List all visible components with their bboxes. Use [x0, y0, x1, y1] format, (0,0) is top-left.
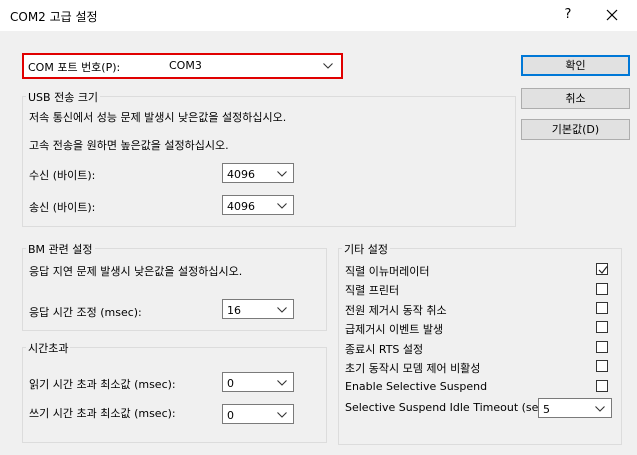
option-selective-suspend-label: Enable Selective Suspend: [345, 380, 488, 393]
usb-desc-low: 저속 통신에서 성능 문제 발생시 낮은값을 설정하십시오.: [29, 111, 287, 124]
option-event-on-surprise-removal-checkbox[interactable]: [596, 321, 608, 333]
receive-size-value: 4096: [227, 168, 255, 181]
chevron-down-icon: [277, 412, 287, 418]
latency-label: 응답 시간 조정 (msec):: [29, 306, 142, 319]
option-disable-modem-ctrl-checkbox[interactable]: [596, 360, 608, 372]
read-timeout-label: 읽기 시간 초과 최소값 (msec):: [29, 378, 176, 391]
chevron-down-icon: [323, 63, 333, 69]
read-timeout-select[interactable]: 0: [222, 372, 294, 392]
help-button[interactable]: ?: [560, 5, 576, 25]
idle-timeout-select[interactable]: 5: [538, 398, 612, 418]
ok-button[interactable]: 확인: [521, 55, 630, 76]
chevron-down-icon: [277, 307, 287, 313]
checkmark-icon: [598, 266, 608, 274]
chevron-down-icon: [595, 406, 605, 412]
usb-desc-high: 고속 전송을 원하면 높은값을 설정하십시오.: [29, 139, 229, 152]
write-timeout-select[interactable]: 0: [222, 404, 294, 424]
option-set-rts-on-close-label: 종료시 RTS 설정: [345, 343, 424, 356]
option-disable-modem-ctrl-label: 초기 동작시 모뎀 제어 비활성: [345, 362, 481, 375]
chevron-down-icon: [277, 380, 287, 386]
com-port-select[interactable]: COM3: [166, 56, 339, 74]
cancel-button-label: 취소: [565, 92, 586, 105]
bm-settings-title: BM 관련 설정: [26, 241, 95, 257]
chevron-down-icon: [277, 171, 287, 177]
option-selective-suspend-checkbox[interactable]: [596, 380, 608, 392]
option-serial-printer-checkbox[interactable]: [596, 283, 608, 295]
timeouts-title: 시간초과: [26, 340, 71, 356]
option-serial-enumerator-checkbox[interactable]: [596, 263, 608, 275]
idle-timeout-value: 5: [543, 403, 550, 416]
latency-value: 16: [227, 304, 241, 317]
option-event-on-surprise-removal-label: 급제거시 이벤트 발생: [345, 323, 444, 336]
misc-settings-title: 기타 설정: [342, 241, 390, 257]
receive-size-select[interactable]: 4096: [222, 163, 294, 183]
cancel-button[interactable]: 취소: [521, 88, 630, 109]
read-timeout-value: 0: [227, 377, 234, 390]
transmit-size-value: 4096: [227, 200, 255, 213]
option-set-rts-on-close-checkbox[interactable]: [596, 341, 608, 353]
chevron-down-icon: [277, 203, 287, 209]
defaults-button-label: 기본값(D): [551, 123, 600, 136]
write-timeout-value: 0: [227, 409, 234, 422]
latency-select[interactable]: 16: [222, 299, 294, 319]
timeouts-group: [22, 347, 327, 443]
idle-timeout-label: Selective Suspend Idle Timeout (secs):: [345, 401, 559, 414]
option-serial-printer-label: 직렬 프린터: [345, 284, 400, 297]
ok-button-label: 확인: [565, 59, 586, 72]
transmit-size-select[interactable]: 4096: [222, 195, 294, 215]
option-serial-enumerator-label: 직렬 이뉴머레이터: [345, 265, 430, 278]
close-icon: [606, 9, 618, 21]
window-title: COM2 고급 설정: [10, 10, 98, 24]
option-cancel-on-surprise-removal-label: 전원 제거시 동작 취소: [345, 304, 447, 317]
option-cancel-on-surprise-removal-checkbox[interactable]: [596, 302, 608, 314]
receive-size-label: 수신 (바이트):: [29, 169, 96, 182]
com-port-highlight: COM 포트 번호(P): COM3: [22, 53, 343, 79]
transmit-size-label: 송신 (바이트):: [29, 201, 96, 214]
close-button[interactable]: [600, 4, 624, 26]
write-timeout-label: 쓰기 시간 초과 최소값 (msec):: [29, 407, 176, 420]
com-port-value: COM3: [169, 59, 202, 72]
bm-desc: 응답 지연 문제 발생시 낮은값을 설정하십시오.: [29, 265, 243, 278]
usb-transfer-title: USB 전송 크기: [26, 89, 101, 105]
defaults-button[interactable]: 기본값(D): [521, 119, 630, 140]
com-port-label: COM 포트 번호(P):: [28, 61, 121, 74]
